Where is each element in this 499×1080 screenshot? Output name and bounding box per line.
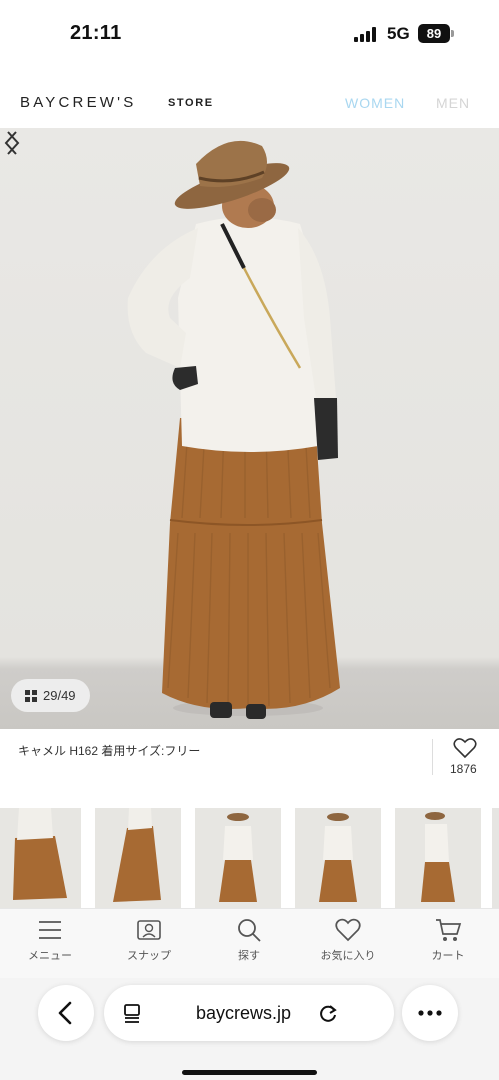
search-icon (238, 919, 261, 942)
image-caption: キャメル H162 着用サイズ:フリー (18, 744, 201, 758)
image-counter[interactable]: 29/49 (11, 679, 90, 712)
thumbnail[interactable] (395, 808, 481, 908)
status-time: 21:11 (70, 22, 122, 44)
back-arrow-icon (58, 1001, 72, 1025)
thumbnail-strip (0, 808, 499, 908)
product-info: キャメル H162 着用サイズ:フリー 1876 (0, 729, 499, 799)
site-header: BAYCREW'S STORE WOMEN MEN (0, 68, 499, 128)
logo[interactable]: BAYCREW'S (20, 94, 136, 111)
heart-icon (335, 918, 361, 942)
page-menu-icon (124, 1004, 140, 1023)
logo-store[interactable]: STORE (168, 97, 214, 109)
thumbnail[interactable] (0, 808, 81, 908)
nav-search[interactable]: 探す (209, 917, 289, 973)
nav-women[interactable]: WOMEN (345, 95, 405, 111)
app-bottom-nav: メニュー スナップ 探す お気に入り カート (0, 908, 499, 978)
cart-icon (436, 919, 462, 941)
more-dots-icon (418, 1010, 442, 1016)
nav-menu[interactable]: メニュー (10, 917, 90, 973)
nav-snap-label: スナップ (127, 950, 171, 962)
thumbnail[interactable] (195, 808, 281, 908)
nav-search-label: 探す (238, 950, 260, 962)
home-indicator (182, 1070, 317, 1075)
menu-icon (39, 921, 61, 939)
signal-icon (354, 26, 380, 42)
back-button[interactable] (38, 985, 94, 1041)
nav-menu-label: メニュー (28, 950, 72, 962)
thumbnail[interactable] (492, 808, 499, 908)
url-text: baycrews.jp (196, 1003, 292, 1023)
image-counter-text: 29/49 (43, 688, 76, 703)
reload-icon[interactable] (317, 1002, 339, 1024)
address-bar[interactable]: baycrews.jp (104, 985, 394, 1041)
browser-toolbar: baycrews.jp (0, 978, 499, 1080)
nav-cart[interactable]: カート (408, 917, 488, 973)
model-illustration (127, 140, 340, 719)
favorite-count: 1876 (450, 762, 477, 776)
nav-cart-label: カート (431, 950, 465, 962)
thumbnail[interactable] (295, 808, 381, 908)
next-image-icon[interactable] (0, 128, 24, 158)
battery-tip (451, 30, 454, 37)
battery-icon: 89 (418, 24, 450, 43)
more-button[interactable] (402, 985, 458, 1041)
nav-men[interactable]: MEN (436, 95, 470, 111)
thumbnail[interactable] (95, 808, 181, 908)
divider (432, 739, 433, 775)
nav-favorites[interactable]: お気に入り (308, 917, 388, 973)
favorite-heart-icon[interactable] (453, 737, 477, 759)
network-type: 5G (387, 24, 410, 43)
product-image[interactable]: 29/49 (0, 128, 499, 729)
grid-icon (25, 690, 37, 702)
status-bar: 21:11 5G 89 (0, 0, 499, 68)
snap-icon (137, 920, 161, 940)
nav-snap[interactable]: スナップ (109, 917, 189, 973)
nav-favorites-label: お気に入り (320, 950, 376, 962)
